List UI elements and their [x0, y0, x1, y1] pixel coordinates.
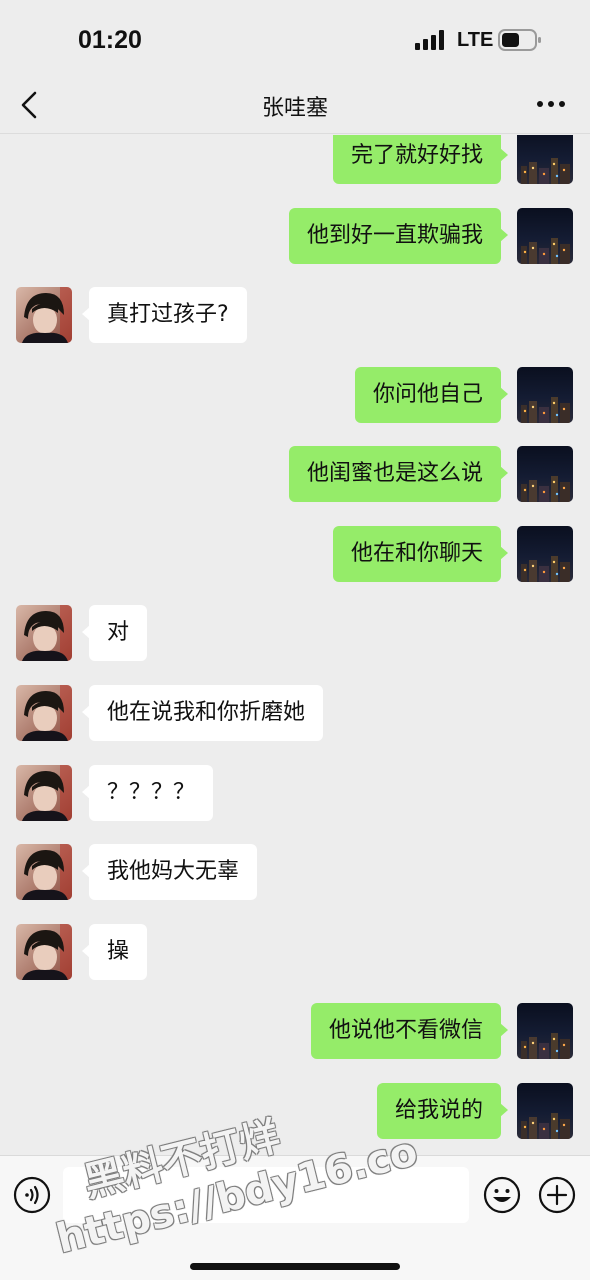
my-avatar[interactable]	[517, 1003, 573, 1059]
sent-message-bubble[interactable]: 给我说的	[376, 1083, 509, 1139]
contact-avatar[interactable]	[16, 765, 72, 821]
sent-message-bubble[interactable]: 他在和你聊天	[332, 526, 509, 582]
plus-icon[interactable]	[538, 1176, 576, 1214]
my-avatar[interactable]	[517, 446, 573, 502]
received-message-bubble[interactable]: 对	[81, 605, 148, 661]
contact-avatar[interactable]	[16, 844, 72, 900]
contact-avatar[interactable]	[16, 685, 72, 741]
sent-message-bubble[interactable]: 你问他自己	[354, 367, 509, 423]
chat-title: 张哇塞	[261, 96, 328, 121]
contact-avatar[interactable]	[16, 287, 72, 343]
message-row: 他说他不看微信	[0, 1003, 590, 1061]
home-indicator	[190, 1263, 400, 1270]
message-row: 给我说的	[0, 1083, 590, 1141]
contact-avatar[interactable]	[16, 605, 72, 661]
message-row: 操	[0, 924, 590, 982]
message-row: 对	[0, 605, 590, 663]
my-avatar[interactable]	[517, 208, 573, 264]
message-row: ？？？？	[0, 765, 590, 823]
received-message-bubble[interactable]: 真打过孩子?	[82, 287, 247, 343]
received-message-bubble[interactable]: ？？？？	[81, 765, 214, 821]
received-message-bubble[interactable]: 他在说我和你折磨她	[81, 685, 324, 741]
ellipsis-icon[interactable]	[536, 98, 566, 110]
input-bar	[0, 1155, 590, 1280]
status-time: 01:20	[78, 26, 142, 54]
received-message-bubble[interactable]: 操	[81, 924, 148, 980]
cellular-signal-icon	[415, 30, 444, 50]
my-avatar[interactable]	[517, 526, 573, 582]
contact-avatar[interactable]	[16, 924, 72, 980]
message-row: 完了就好好找	[0, 135, 590, 186]
my-avatar[interactable]	[517, 135, 573, 184]
message-row: 真打过孩子?	[0, 287, 590, 345]
status-bar: 01:20 LTE	[0, 0, 590, 80]
my-avatar[interactable]	[517, 1083, 573, 1139]
battery-icon	[498, 29, 541, 51]
message-row: 他在和你聊天	[0, 526, 590, 584]
message-input[interactable]	[63, 1167, 469, 1223]
sent-message-bubble[interactable]: 他到好一直欺骗我	[288, 208, 509, 264]
voice-icon[interactable]	[13, 1176, 51, 1214]
message-row: 你问他自己	[0, 367, 590, 425]
chat-header: 张哇塞	[0, 80, 590, 134]
message-row: 他在说我和你折磨她	[0, 685, 590, 743]
sent-message-bubble[interactable]: 他说他不看微信	[310, 1003, 509, 1059]
message-row: 我他妈大无辜	[0, 844, 590, 902]
my-avatar[interactable]	[517, 367, 573, 423]
message-list[interactable]: 完了就好好找 他到好一直欺骗我 真打过孩子? 你问他自己 他闺蜜也是这么说 他在…	[0, 135, 590, 1155]
network-type: LTE	[457, 29, 494, 51]
message-row: 他闺蜜也是这么说	[0, 446, 590, 504]
emoji-icon[interactable]	[483, 1176, 521, 1214]
message-row: 他到好一直欺骗我	[0, 208, 590, 266]
sent-message-bubble[interactable]: 完了就好好找	[332, 135, 509, 184]
received-message-bubble[interactable]: 我他妈大无辜	[81, 844, 258, 900]
sent-message-bubble[interactable]: 他闺蜜也是这么说	[288, 446, 509, 502]
